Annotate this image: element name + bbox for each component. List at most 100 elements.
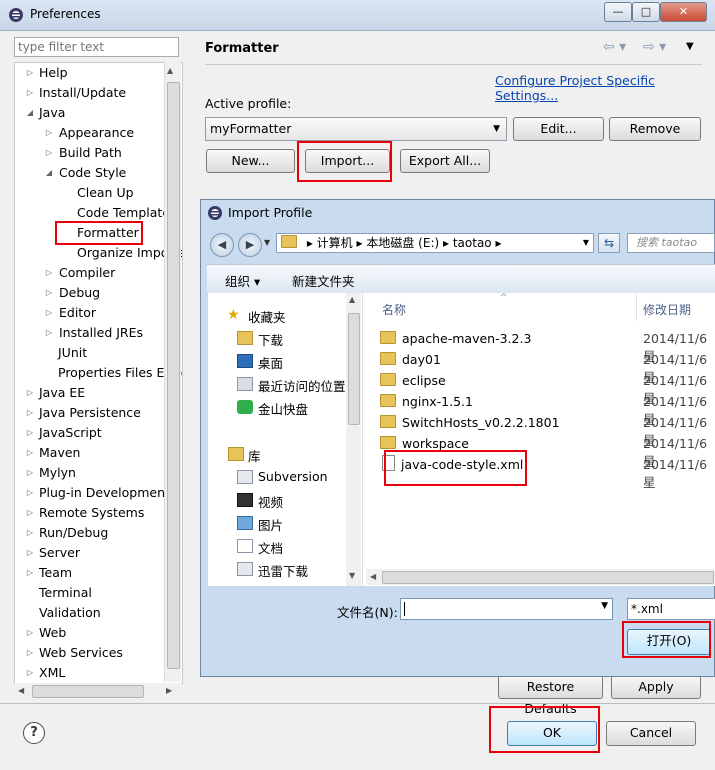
tree-scroll-thumb[interactable] — [167, 82, 180, 669]
nav-kuaipan[interactable]: 金山快盘 — [258, 399, 308, 418]
nav-libraries[interactable]: 库 — [248, 446, 261, 465]
tree-item-team[interactable]: ▷ Team — [25, 563, 72, 583]
new-profile-button[interactable]: New... — [206, 149, 295, 173]
search-input[interactable]: 搜索 taotao — [627, 233, 715, 253]
expand-arrow-icon[interactable]: ▷ — [44, 143, 54, 163]
back-nav-button[interactable]: ◀ — [210, 233, 234, 257]
tree-item-mylyn[interactable]: ▷ Mylyn — [25, 463, 76, 483]
remove-button[interactable]: Remove — [609, 117, 701, 141]
expand-arrow-icon[interactable]: ▷ — [25, 543, 35, 563]
file-row[interactable]: eclipse — [380, 370, 446, 391]
filename-input[interactable]: ▼ — [400, 598, 613, 620]
expand-arrow-icon[interactable]: ▷ — [25, 623, 35, 643]
cancel-button[interactable]: Cancel — [606, 721, 696, 746]
expand-arrow-icon[interactable]: ▷ — [25, 463, 35, 483]
expand-arrow-icon[interactable]: ▷ — [25, 643, 35, 663]
nav-desktop[interactable]: 桌面 — [258, 353, 283, 372]
nav-thunder-downloads[interactable]: 迅雷下载 — [258, 561, 308, 580]
configure-project-settings-link[interactable]: Configure Project Specific Settings... — [495, 73, 715, 103]
tree-item-appearance[interactable]: ▷ Appearance — [44, 123, 134, 143]
tree-item-editor[interactable]: ▷ Editor — [44, 303, 96, 323]
expand-arrow-icon[interactable]: ▷ — [25, 83, 35, 103]
expand-arrow-icon[interactable]: ▷ — [25, 443, 35, 463]
organize-menu[interactable]: 组织 ▾ — [225, 271, 260, 290]
expand-arrow-icon[interactable]: ▷ — [25, 383, 35, 403]
restore-defaults-button[interactable]: Restore Defaults — [498, 675, 603, 716]
tree-item-junit[interactable]: JUnit — [58, 343, 87, 363]
tree-item-java[interactable]: ◢ Java — [25, 103, 65, 123]
scroll-down-arrow-icon[interactable]: ▼ — [349, 571, 355, 580]
close-button[interactable]: ✕ — [660, 2, 707, 22]
tree-item-build-path[interactable]: ▷ Build Path — [44, 143, 122, 163]
tree-item-maven[interactable]: ▷ Maven — [25, 443, 81, 463]
tree-item-code-style[interactable]: ◢ Code Style — [44, 163, 126, 183]
scroll-up-arrow-icon[interactable]: ▲ — [349, 295, 355, 304]
tree-item-server[interactable]: ▷ Server — [25, 543, 80, 563]
tree-item-web[interactable]: ▷ Web — [25, 623, 66, 643]
tree-item-web-services[interactable]: ▷ Web Services — [25, 643, 123, 663]
apply-button[interactable]: Apply — [611, 675, 701, 699]
nav-pictures[interactable]: 图片 — [258, 515, 283, 534]
tree-item-plugin-development[interactable]: ▷ Plug-in Development — [25, 483, 170, 503]
scroll-left-arrow-icon[interactable]: ◀ — [18, 686, 24, 695]
breadcrumb-drive[interactable]: 本地磁盘 (E:) — [366, 236, 439, 250]
expand-arrow-icon[interactable]: ▷ — [44, 323, 54, 343]
expand-arrow-icon[interactable]: ▷ — [25, 523, 35, 543]
nav-videos[interactable]: 视频 — [258, 492, 283, 511]
nav-scroll-thumb[interactable] — [348, 313, 360, 425]
recent-locations-icon[interactable]: ▼ — [264, 238, 270, 247]
expand-arrow-icon[interactable]: ▷ — [25, 63, 35, 83]
dropdown-arrow-icon[interactable]: ▼ — [493, 118, 500, 140]
collapse-arrow-icon[interactable]: ◢ — [25, 103, 35, 123]
column-header-modified[interactable]: 修改日期 — [643, 301, 691, 318]
tree-vertical-scrollbar[interactable]: ▲ — [164, 62, 181, 682]
expand-arrow-icon[interactable]: ▷ — [25, 423, 35, 443]
expand-arrow-icon[interactable]: ▷ — [44, 263, 54, 283]
export-all-button[interactable]: Export All... — [400, 149, 490, 173]
refresh-icon[interactable]: ⇆ — [598, 233, 620, 253]
tree-item-code-templates[interactable]: Code Templates — [77, 203, 177, 223]
tree-item-java-ee[interactable]: ▷ Java EE — [25, 383, 85, 403]
tree-item-clean-up[interactable]: Clean Up — [77, 183, 134, 203]
active-profile-select[interactable]: myFormatter ▼ — [205, 117, 507, 141]
scroll-right-arrow-icon[interactable]: ▶ — [166, 686, 172, 695]
back-arrow-icon[interactable]: ⇦ ▾ — [603, 39, 626, 55]
tree-item-javascript[interactable]: ▷ JavaScript — [25, 423, 102, 443]
file-row[interactable]: SwitchHosts_v0.2.2.1801 — [380, 412, 560, 433]
file-horizontal-scrollbar[interactable]: ◀ — [366, 569, 715, 585]
tree-horizontal-scrollbar[interactable]: ◀ ▶ — [14, 683, 181, 699]
tree-item-remote-systems[interactable]: ▷ Remote Systems — [25, 503, 144, 523]
tree-item-installed-jres[interactable]: ▷ Installed JREs — [44, 323, 143, 343]
maximize-button[interactable]: □ — [632, 2, 660, 22]
tree-item-debug[interactable]: ▷ Debug — [44, 283, 100, 303]
expand-arrow-icon[interactable]: ▷ — [25, 563, 35, 583]
tree-item-terminal[interactable]: Terminal — [39, 583, 92, 603]
file-row[interactable]: apache-maven-3.2.3 — [380, 328, 531, 349]
expand-arrow-icon[interactable]: ▷ — [44, 303, 54, 323]
breadcrumb-folder[interactable]: taotao — [453, 236, 492, 250]
help-icon[interactable]: ? — [23, 722, 45, 744]
expand-arrow-icon[interactable]: ▷ — [44, 283, 54, 303]
tree-item-run-debug[interactable]: ▷ Run/Debug — [25, 523, 108, 543]
expand-arrow-icon[interactable]: ▷ — [25, 483, 35, 503]
tree-item-java-persistence[interactable]: ▷ Java Persistence — [25, 403, 141, 423]
nav-subversion[interactable]: Subversion — [258, 469, 328, 484]
tree-item-compiler[interactable]: ▷ Compiler — [44, 263, 115, 283]
expand-arrow-icon[interactable]: ▷ — [25, 663, 35, 683]
new-folder-button[interactable]: 新建文件夹 — [292, 271, 355, 290]
breadcrumb-computer[interactable]: 计算机 — [317, 236, 353, 250]
collapse-arrow-icon[interactable]: ◢ — [44, 163, 54, 183]
tree-item-validation[interactable]: Validation — [39, 603, 101, 623]
forward-nav-button[interactable]: ▶ — [238, 233, 262, 257]
tree-hscroll-thumb[interactable] — [32, 685, 144, 698]
forward-arrow-icon[interactable]: ⇨ ▾ — [643, 39, 666, 55]
nav-downloads[interactable]: 下载 — [258, 330, 283, 349]
scroll-up-arrow-icon[interactable]: ▲ — [167, 66, 173, 75]
column-header-name[interactable]: 名称 — [382, 301, 406, 318]
tree-item-xml[interactable]: ▷ XML — [25, 663, 65, 683]
nav-documents[interactable]: 文档 — [258, 538, 283, 557]
filename-dropdown-icon[interactable]: ▼ — [601, 601, 608, 611]
file-hscroll-thumb[interactable] — [382, 571, 714, 584]
expand-arrow-icon[interactable]: ▷ — [25, 403, 35, 423]
file-row[interactable]: nginx-1.5.1 — [380, 391, 473, 412]
